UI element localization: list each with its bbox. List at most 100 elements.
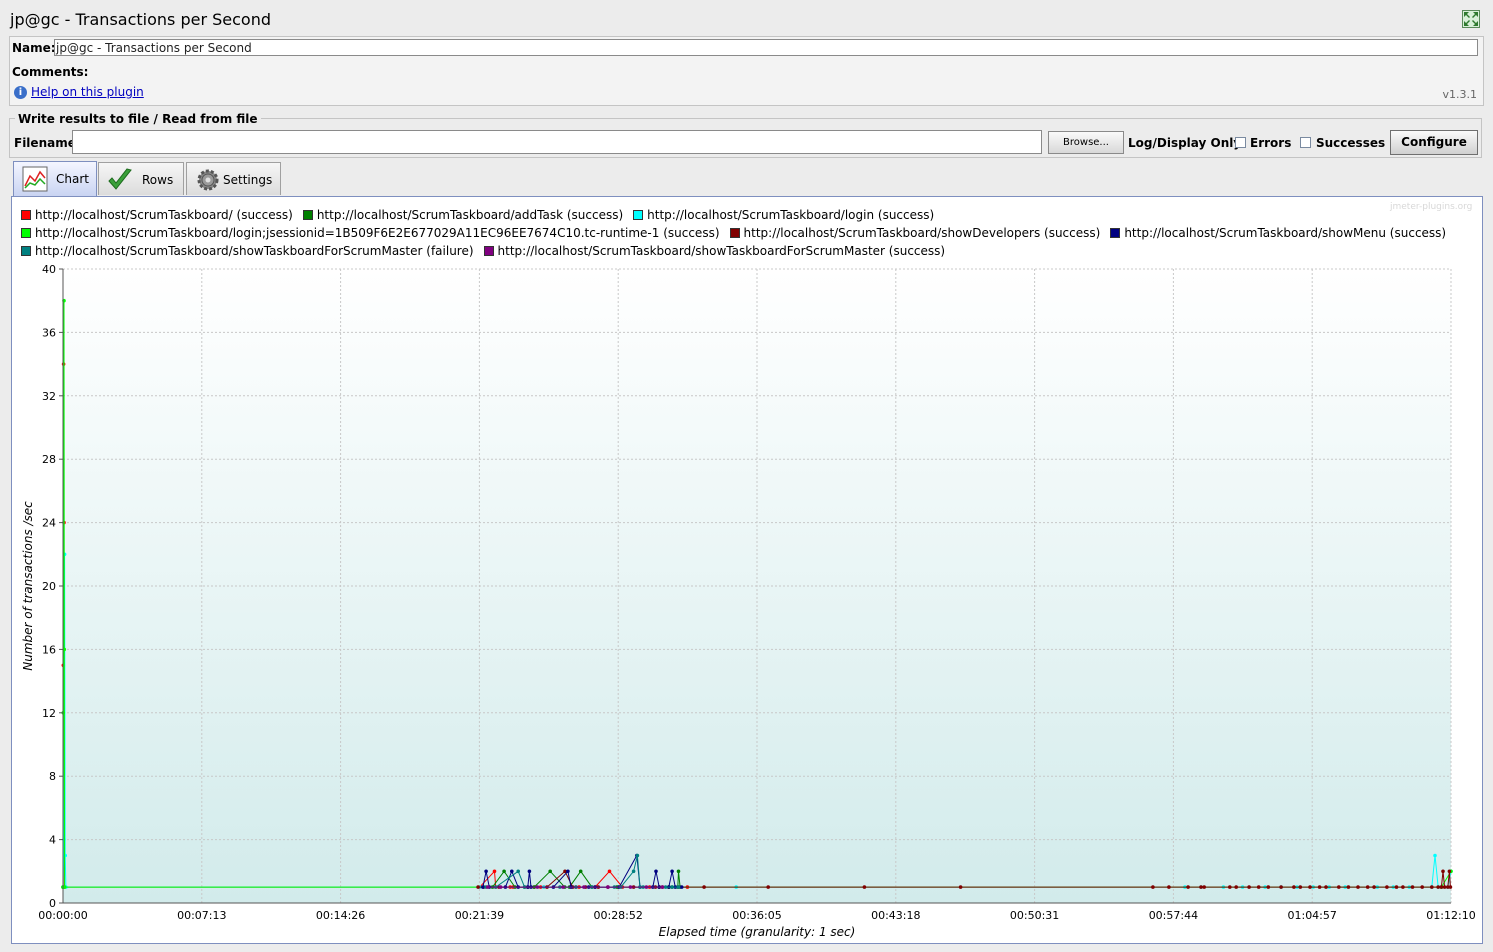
data-point [476, 885, 480, 889]
data-point [1430, 885, 1434, 889]
data-point [1439, 885, 1444, 889]
data-point [1266, 885, 1271, 889]
data-point [766, 885, 770, 889]
x-tick-label: 00:43:18 [871, 909, 920, 922]
data-point [1234, 885, 1238, 889]
x-tick-label: 00:50:31 [1010, 909, 1059, 922]
file-group-title: Write results to file / Read from file [15, 112, 261, 126]
errors-label: Errors [1250, 136, 1292, 150]
maximize-icon[interactable] [1462, 10, 1480, 28]
maximize-glyph [1464, 12, 1478, 26]
tab-chart[interactable]: Chart [13, 161, 97, 196]
data-point [606, 885, 610, 889]
data-point [1298, 885, 1303, 889]
browse-button[interactable]: Browse... [1048, 131, 1124, 154]
data-point [702, 885, 706, 889]
successes-label: Successes [1316, 136, 1386, 150]
data-point [1337, 885, 1341, 889]
version-label: v1.3.1 [1442, 88, 1478, 101]
info-icon: i [14, 86, 27, 99]
data-point [635, 853, 640, 858]
data-point [644, 885, 649, 889]
y-tick-label: 4 [49, 834, 56, 847]
data-point [481, 885, 485, 889]
filename-label: Filename [14, 136, 76, 150]
data-point [862, 885, 867, 889]
data-point [670, 869, 674, 874]
data-point [660, 885, 665, 889]
data-point [654, 869, 658, 874]
data-point [1365, 885, 1370, 889]
data-point [1317, 885, 1322, 889]
data-point [1447, 869, 1452, 874]
name-field[interactable]: jp@gc - Transactions per Second [54, 39, 1478, 56]
data-point [1401, 885, 1405, 889]
y-tick-label: 24 [42, 517, 56, 530]
tab-rows[interactable]: Rows [98, 162, 184, 195]
data-point [1448, 885, 1453, 889]
x-axis-label: Elapsed time (granularity: 1 sec) [659, 925, 856, 939]
data-point [1186, 885, 1190, 889]
data-point [1394, 885, 1399, 889]
data-point [484, 869, 488, 874]
errors-checkbox[interactable] [1235, 137, 1246, 148]
x-tick-label: 00:28:52 [593, 909, 642, 922]
data-point [1292, 885, 1296, 889]
successes-checkbox[interactable] [1300, 137, 1311, 148]
checkmark-icon [108, 168, 132, 190]
chart-panel: jmeter-plugins.org http://localhost/Scru… [11, 196, 1483, 944]
data-point [676, 885, 681, 889]
data-point [510, 869, 514, 874]
data-point [1228, 885, 1232, 889]
x-tick-label: 00:14:26 [316, 909, 365, 922]
data-point [670, 885, 674, 889]
data-point [958, 885, 963, 889]
window-title: jp@gc - Transactions per Second [10, 10, 271, 29]
x-tick-label: 00:21:39 [455, 909, 504, 922]
tab-settings-label: Settings [223, 173, 273, 187]
name-panel: Name: jp@gc - Transactions per Second Co… [9, 36, 1484, 106]
y-tick-label: 28 [42, 453, 56, 466]
data-point [679, 885, 684, 889]
y-tick-label: 16 [42, 643, 56, 656]
data-point [63, 853, 67, 858]
x-tick-label: 01:04:57 [1287, 909, 1336, 922]
data-point [1324, 885, 1328, 889]
x-tick-label: 01:12:10 [1426, 909, 1475, 922]
data-point [1279, 885, 1283, 889]
x-tick-label: 00:00:00 [38, 909, 87, 922]
data-point [1151, 885, 1155, 889]
data-point [582, 885, 586, 889]
data-point [1410, 885, 1415, 889]
x-tick-label: 00:57:44 [1149, 909, 1198, 922]
chart-icon [22, 166, 48, 192]
data-point [492, 869, 497, 874]
y-tick-label: 40 [42, 263, 56, 276]
comments-field[interactable] [10, 61, 1483, 79]
gear-icon [197, 169, 219, 191]
data-point [1356, 885, 1360, 889]
tab-settings[interactable]: Settings [186, 162, 281, 195]
filename-input[interactable] [72, 130, 1042, 154]
data-point [485, 885, 490, 889]
data-point [1167, 885, 1171, 889]
data-point [1442, 885, 1447, 889]
data-point [527, 869, 532, 874]
data-point [535, 885, 540, 889]
data-point [663, 885, 668, 889]
configure-button[interactable]: Configure [1390, 130, 1478, 155]
data-point [578, 869, 583, 874]
data-point [516, 869, 520, 874]
x-tick-label: 00:36:05 [732, 909, 781, 922]
y-tick-label: 36 [42, 326, 56, 339]
data-point [628, 885, 633, 889]
x-tick-label: 00:07:13 [177, 909, 226, 922]
data-point [1346, 885, 1351, 889]
data-point [1308, 885, 1312, 889]
data-point [1256, 885, 1261, 889]
help-link[interactable]: Help on this plugin [31, 85, 144, 99]
data-point [1420, 885, 1424, 889]
data-point [1385, 885, 1389, 889]
data-point [1199, 885, 1203, 889]
y-tick-label: 0 [49, 897, 56, 910]
